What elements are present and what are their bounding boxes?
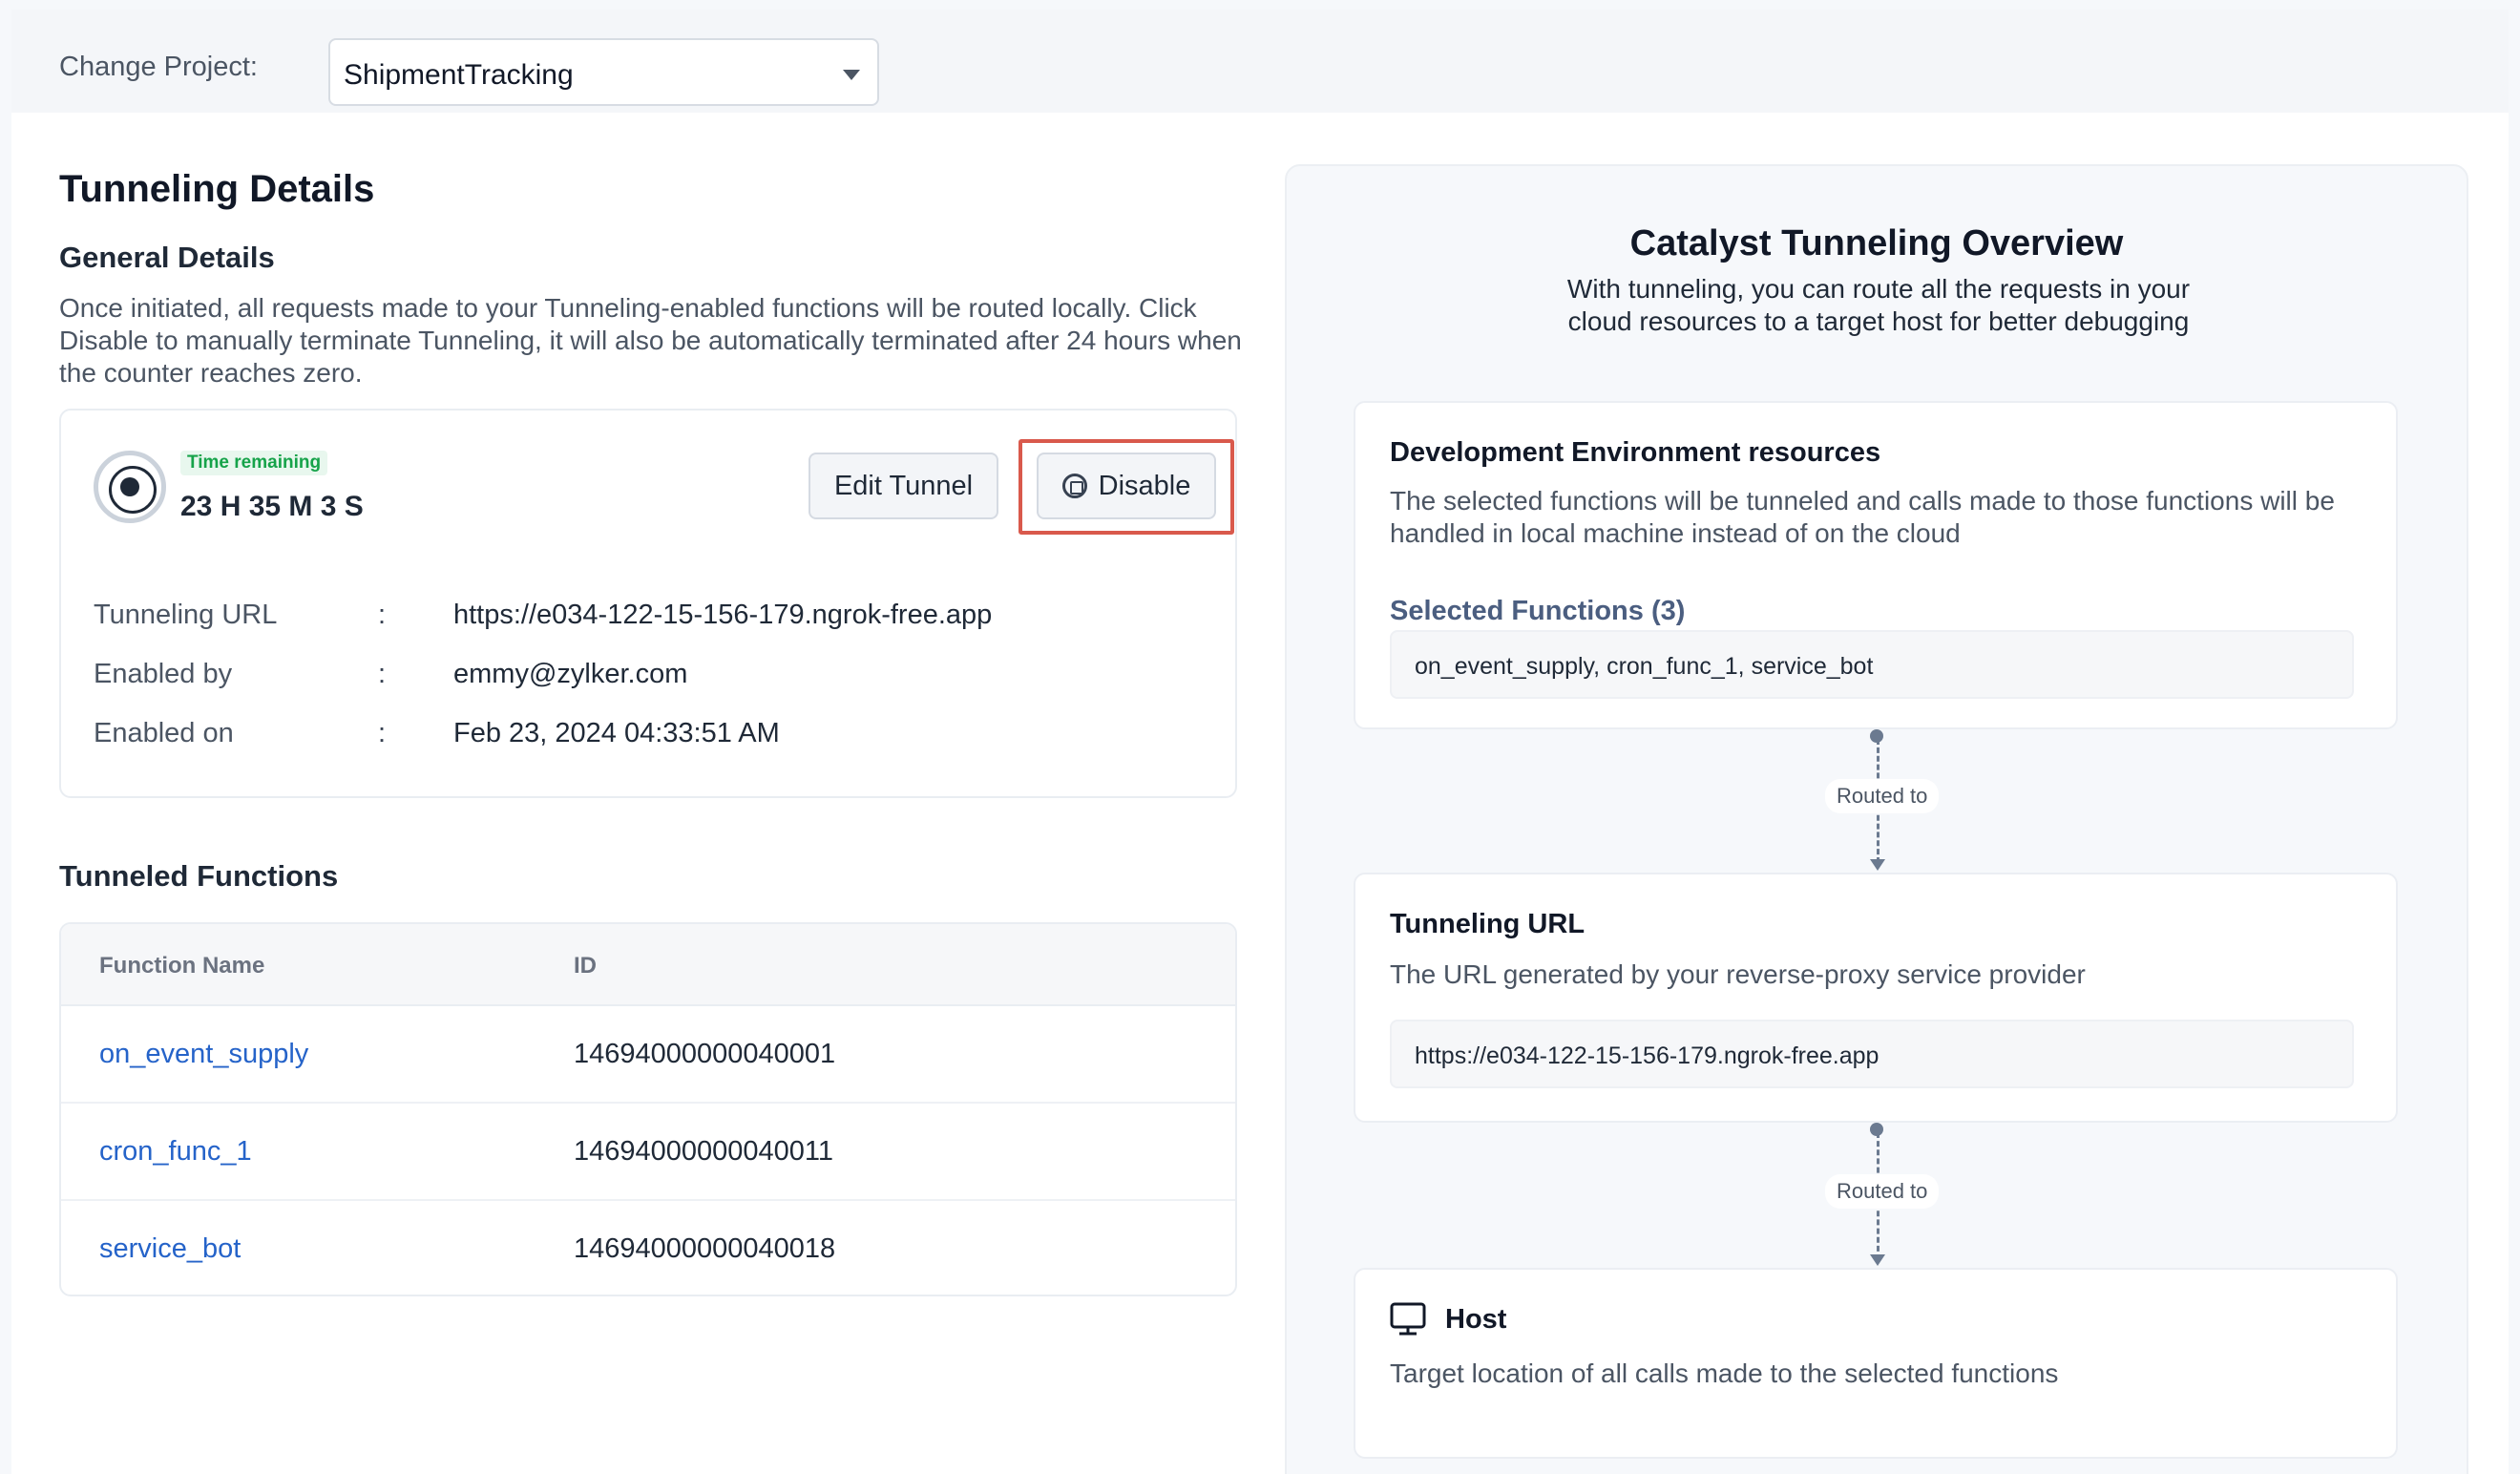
- general-details-description: Once initiated, all requests made to you…: [59, 293, 1242, 388]
- function-id: 14694000000040011: [574, 1136, 834, 1167]
- function-id: 14694000000040018: [574, 1233, 836, 1264]
- time-remaining-badge: Time remaining: [180, 451, 328, 475]
- disable-highlight-box: [1018, 439, 1234, 535]
- connector-arrow-icon: [1870, 1254, 1885, 1266]
- edit-tunnel-button[interactable]: Edit Tunnel: [808, 453, 998, 519]
- overview-title: Catalyst Tunneling Overview: [1629, 223, 2124, 263]
- chevron-down-icon: [843, 70, 860, 80]
- top-bar: Change Project: ShipmentTracking: [11, 10, 2509, 113]
- edit-tunnel-label: Edit Tunnel: [833, 470, 974, 501]
- dev-environment-title: Development Environment resources: [1390, 437, 1881, 468]
- change-project-label: Change Project:: [59, 52, 258, 82]
- time-remaining-value: 23 H 35 M 3 S: [180, 491, 364, 522]
- connector-arrow-icon: [1870, 859, 1885, 871]
- selected-functions-box: on_event_supply, cron_func_1, service_bo…: [1390, 630, 2354, 699]
- info-colon: :: [378, 659, 387, 689]
- tunneling-overview-panel: Catalyst Tunneling Overview With tunneli…: [1285, 164, 2468, 1474]
- info-value: Feb 23, 2024 04:33:51 AM: [453, 718, 780, 748]
- table-row: cron_func_1 14694000000040011: [61, 1104, 1235, 1201]
- info-label: Enabled by: [94, 659, 233, 689]
- info-label: Tunneling URL: [94, 600, 278, 630]
- monitor-icon: [1390, 1302, 1426, 1336]
- function-name-link[interactable]: service_bot: [99, 1233, 241, 1265]
- routed-to-label: Routed to: [1825, 779, 1940, 813]
- tunneling-url-card-description: The URL generated by your reverse-proxy …: [1390, 959, 2086, 989]
- dev-environment-description: The selected functions will be tunneled …: [1390, 486, 2335, 548]
- radio-timer-icon: [94, 451, 166, 523]
- host-card: Host Target location of all calls made t…: [1354, 1268, 2398, 1459]
- column-header-id: ID: [574, 953, 597, 979]
- selected-functions-label: Selected Functions (3): [1390, 596, 1686, 626]
- function-name-link[interactable]: cron_func_1: [99, 1136, 252, 1168]
- info-label: Enabled on: [94, 718, 234, 748]
- dev-environment-card: Development Environment resources The se…: [1354, 401, 2398, 729]
- main-content: Tunneling Details General Details Once i…: [11, 113, 2509, 1474]
- general-details-title: General Details: [59, 241, 275, 274]
- table-header: Function Name ID: [61, 924, 1235, 1006]
- overview-description: With tunneling, you can route all the re…: [1566, 274, 2191, 336]
- table-row: on_event_supply 14694000000040001: [61, 1006, 1235, 1104]
- routed-to-label: Routed to: [1825, 1174, 1940, 1209]
- project-select[interactable]: ShipmentTracking: [328, 38, 879, 106]
- tunneling-url-value: https://e034-122-15-156-179.ngrok-free.a…: [1415, 1042, 1880, 1069]
- table-row: service_bot 14694000000040018: [61, 1201, 1235, 1295]
- tunneling-url-card: Tunneling URL The URL generated by your …: [1354, 873, 2398, 1123]
- host-description: Target location of all calls made to the…: [1390, 1358, 2059, 1388]
- page-title: Tunneling Details: [59, 168, 375, 210]
- info-value: https://e034-122-15-156-179.ngrok-free.a…: [453, 600, 993, 630]
- column-header-function-name: Function Name: [99, 953, 265, 979]
- project-select-value: ShipmentTracking: [344, 59, 574, 91]
- selected-functions-value: on_event_supply, cron_func_1, service_bo…: [1415, 653, 1874, 680]
- function-id: 14694000000040001: [574, 1039, 836, 1069]
- tunneling-url-box: https://e034-122-15-156-179.ngrok-free.a…: [1390, 1020, 2354, 1088]
- function-name-link[interactable]: on_event_supply: [99, 1039, 308, 1070]
- tunnel-status-card: Time remaining 23 H 35 M 3 S Edit Tunnel…: [59, 409, 1237, 798]
- tunneled-functions-table: Function Name ID on_event_supply 1469400…: [59, 922, 1237, 1296]
- host-title: Host: [1445, 1304, 1507, 1335]
- info-colon: :: [378, 718, 387, 748]
- tunneled-functions-title: Tunneled Functions: [59, 859, 339, 893]
- info-value: emmy@zylker.com: [453, 659, 688, 689]
- tunneling-url-card-title: Tunneling URL: [1390, 909, 1586, 939]
- info-colon: :: [378, 600, 387, 630]
